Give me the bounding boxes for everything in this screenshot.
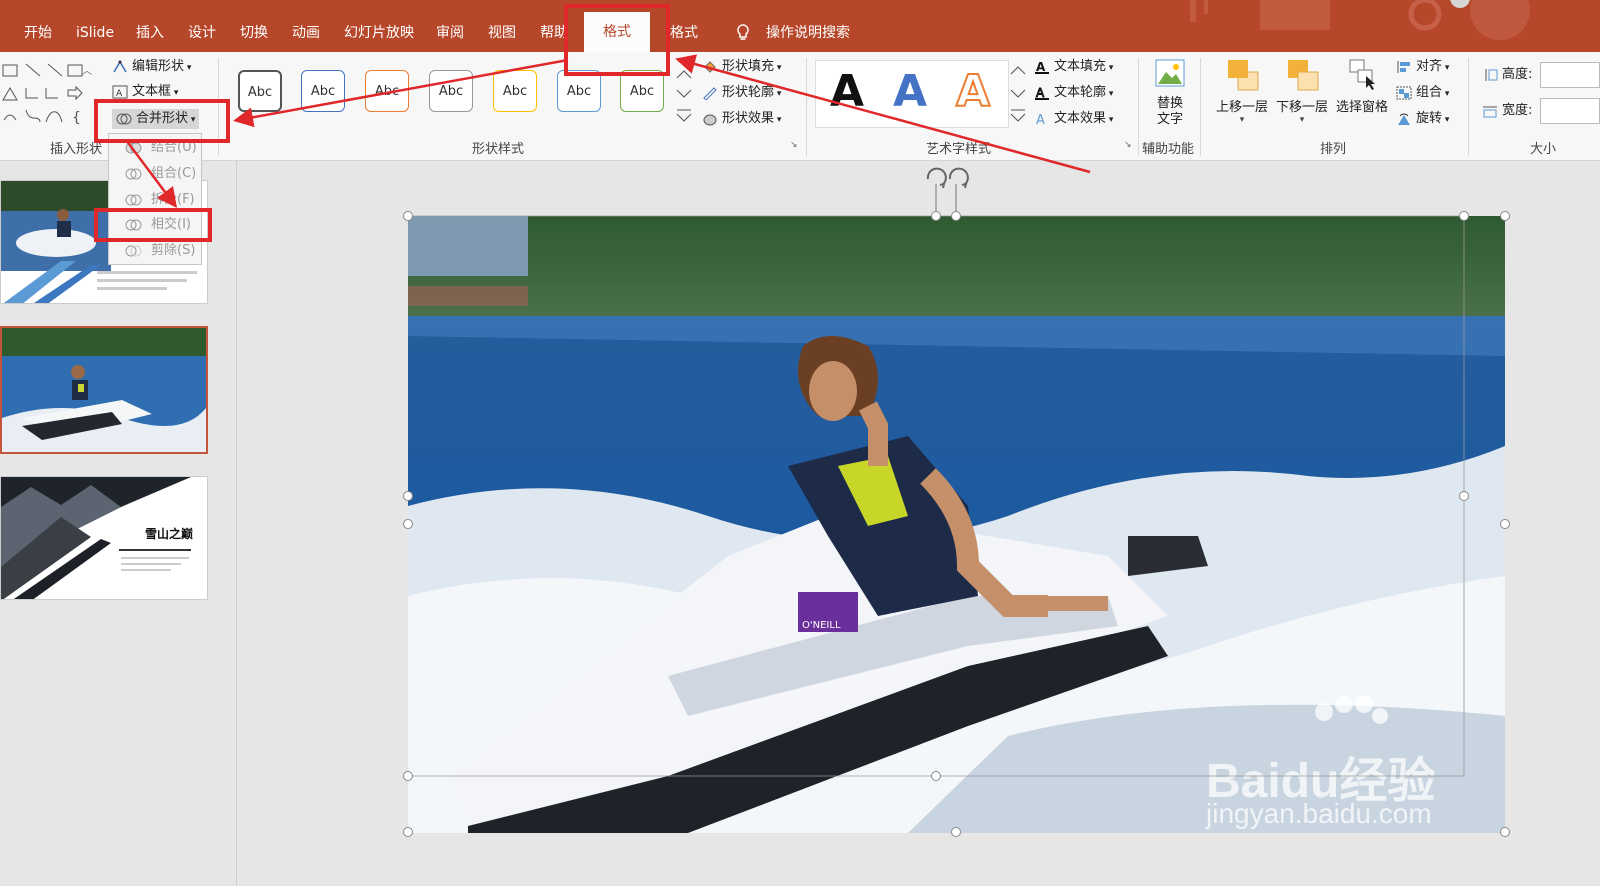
- resize-handle-bottom-left[interactable]: [403, 827, 413, 837]
- slide-2-preview: [2, 328, 206, 452]
- slide-thumbnail-2-selected[interactable]: [0, 326, 208, 454]
- resize-handle-middle-right[interactable]: [1500, 519, 1510, 529]
- resize-handle-bottom-center[interactable]: [951, 827, 961, 837]
- resize-handle-bottom-right[interactable]: [1500, 827, 1510, 837]
- slide-3-title: 雪山之巅: [145, 527, 194, 541]
- annotation-arrows: [125, 54, 1091, 208]
- resize-handle-middle-right-inner[interactable]: [1459, 491, 1469, 501]
- resize-handle-middle-left[interactable]: [403, 491, 413, 501]
- slide-thumbnail-3[interactable]: 雪山之巅: [0, 476, 208, 600]
- resize-handle-middle-left-2[interactable]: [403, 519, 413, 529]
- resize-handle-bottom-left-inner[interactable]: [403, 771, 413, 781]
- resize-handle-bottom-center-inner[interactable]: [931, 771, 941, 781]
